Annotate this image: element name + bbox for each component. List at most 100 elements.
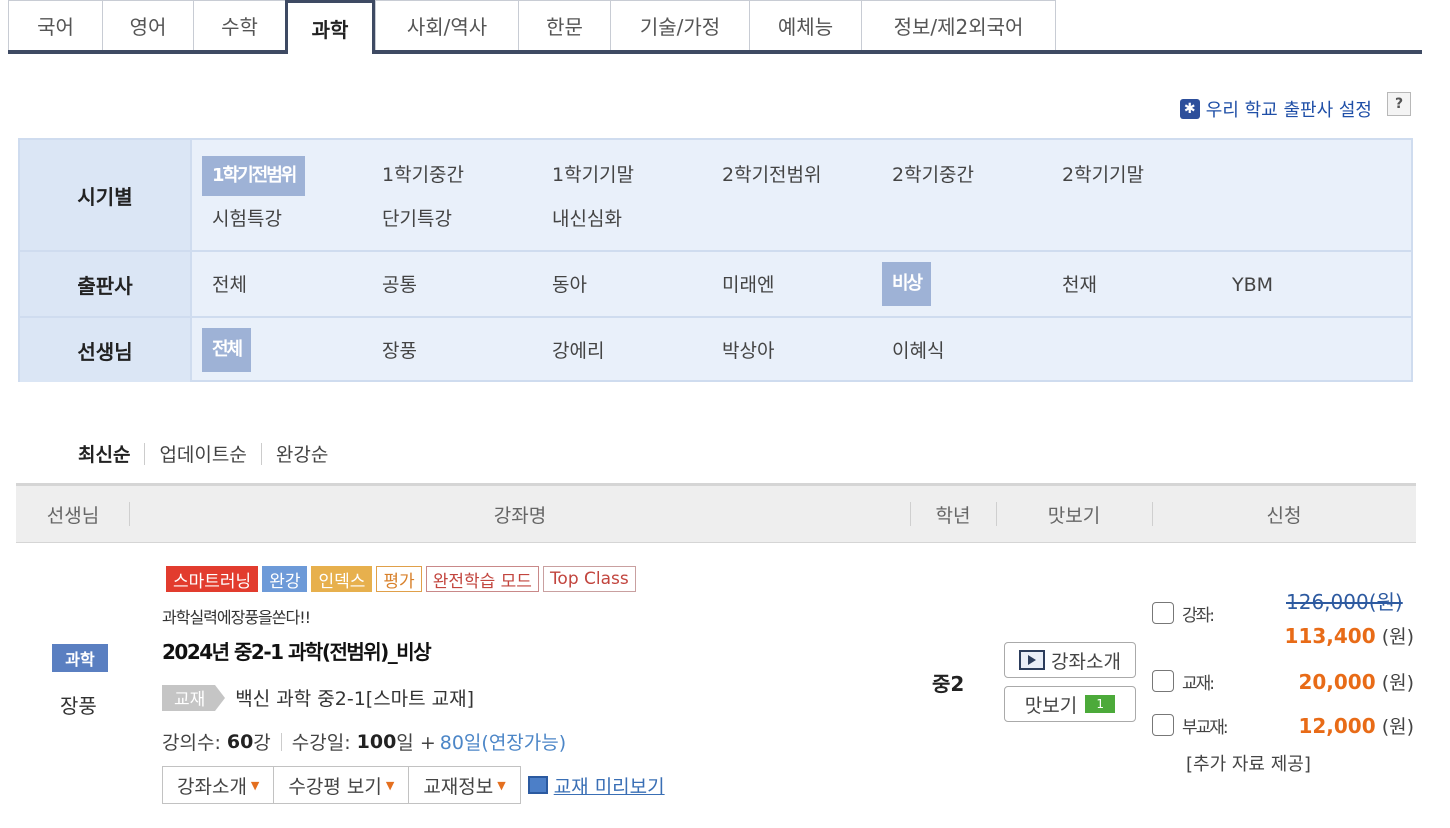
filter-option-advanced[interactable]: 내신심화 — [552, 202, 622, 236]
school-publisher-setting-link[interactable]: ✱ 우리 학교 출판사 설정 — [1179, 96, 1372, 122]
course-intro-label: 강좌소개 — [177, 775, 247, 798]
days-label: 수강일: — [291, 732, 351, 754]
course-row: 과학 장풍 스마트러닝 완강 인덱스 평가 완전학습 모드 Top Class … — [16, 544, 1416, 828]
price-unit: (원) — [1381, 671, 1414, 694]
header-sample: 맛보기 — [1047, 504, 1101, 527]
price-unit: (원) — [1381, 715, 1414, 738]
filter-option-teacher-lee[interactable]: 이혜식 — [892, 334, 944, 368]
textbook-preview-link[interactable]: 교재 미리보기 — [527, 772, 665, 799]
filter-row-period: 시기별 1학기전범위 1학기중간 1학기기말 2학기전범위 2학기중간 2학기기… — [20, 140, 1411, 250]
course-info: 강의수: 60 강 수강일: 100 일 + 80일(연장가능) — [162, 728, 566, 755]
tab-math[interactable]: 수학 — [193, 0, 285, 50]
textbook-price-label: 교재: — [1182, 673, 1215, 694]
filter-label-teacher: 선생님 — [20, 318, 192, 382]
filter-option-publisher-donga[interactable]: 동아 — [552, 268, 587, 302]
textbook-checkbox[interactable] — [1152, 670, 1174, 692]
lecture-price-value: 113,400 — [1284, 623, 1376, 648]
divider — [260, 442, 262, 465]
days-count: 100 — [356, 730, 397, 753]
course-intro-video-button[interactable]: 강좌소개 — [1004, 642, 1136, 678]
filter-option-publisher-common[interactable]: 공통 — [382, 268, 417, 302]
filter-option-exam-special[interactable]: 시험특강 — [212, 202, 282, 236]
course-intro-video-label: 강좌소개 — [1051, 650, 1121, 673]
tab-korean[interactable]: 국어 — [8, 0, 102, 50]
filter-option-sem2-mid[interactable]: 2학기중간 — [892, 158, 974, 192]
caret-down-icon: ▼ — [385, 778, 395, 792]
tag-completed: 완강 — [262, 566, 308, 592]
lecture-unit: 강 — [253, 732, 271, 754]
course-title[interactable]: 2024년 중2-1 과학(전범위)_비상 — [162, 636, 432, 665]
subject-tabs: 국어 영어 수학 과학 사회/역사 한문 기술/가정 예체능 정보/제2외국어 — [8, 0, 1422, 54]
extension-days: 80일(연장가능) — [439, 732, 567, 754]
header-apply: 신청 — [1266, 504, 1302, 527]
sort-options: 최신순 업데이트순 완강순 — [78, 440, 328, 467]
filter-row-publisher: 출판사 전체 공통 동아 미래엔 비상 천재 YBM — [20, 250, 1411, 316]
filter-option-publisher-miraen[interactable]: 미래엔 — [722, 268, 774, 302]
help-button[interactable]: ? — [1387, 92, 1411, 116]
tag-evaluation: 평가 — [376, 566, 422, 592]
header-grade: 학년 — [935, 504, 971, 527]
sub-textbook-checkbox[interactable] — [1152, 714, 1174, 736]
play-icon — [1019, 650, 1046, 670]
filter-label-publisher: 출판사 — [20, 252, 192, 316]
tab-classical-chinese[interactable]: 한문 — [518, 0, 610, 50]
sample-lecture-button[interactable]: 맛보기 1 — [1004, 686, 1136, 722]
subject-badge: 과학 — [52, 644, 108, 672]
course-action-buttons: 강좌소개 ▼ 수강평 보기 ▼ 교재정보 ▼ 교재 미리보기 — [162, 766, 665, 804]
tag-top-class: Top Class — [542, 566, 636, 592]
book-icon — [527, 776, 548, 794]
sub-textbook-price-value: 12,000 — [1298, 713, 1376, 738]
header-teacher: 선생님 — [46, 504, 100, 527]
teacher-name[interactable]: 장풍 — [60, 690, 97, 719]
sub-textbook-price-label: 부교재: — [1182, 717, 1229, 738]
header-course-name: 강좌명 — [493, 504, 547, 527]
price-row-textbook: 교재: 20,000 (원) — [1152, 666, 1414, 696]
textbook-price: 20,000 (원) — [1298, 668, 1414, 695]
lecture-count: 60 — [226, 730, 254, 753]
sort-latest[interactable]: 최신순 — [78, 440, 130, 467]
filter-option-publisher-visang[interactable]: 비상 — [882, 262, 932, 306]
divider — [280, 732, 282, 751]
filter-option-teacher-jangpung[interactable]: 장풍 — [382, 334, 417, 368]
tab-info-second-language[interactable]: 정보/제2외국어 — [861, 0, 1056, 50]
divider — [144, 442, 146, 465]
filter-option-sem2-final[interactable]: 2학기기말 — [1062, 158, 1144, 192]
textbook-info-dropdown[interactable]: 교재정보 ▼ — [408, 766, 521, 804]
course-tags: 스마트러닝 완강 인덱스 평가 완전학습 모드 Top Class — [166, 566, 636, 592]
filter-option-teacher-all[interactable]: 전체 — [202, 328, 252, 372]
filter-option-sem1-final[interactable]: 1학기기말 — [552, 158, 634, 192]
textbook-tag: 교재 — [162, 684, 226, 711]
tab-english[interactable]: 영어 — [102, 0, 193, 50]
filter-label-period: 시기별 — [20, 140, 192, 250]
filter-option-sem1-mid[interactable]: 1학기중간 — [382, 158, 464, 192]
reviews-label: 수강평 보기 — [288, 775, 382, 798]
price-row-lecture-value: 113,400 (원) — [1152, 620, 1414, 650]
filter-option-publisher-chunjae[interactable]: 천재 — [1062, 268, 1097, 302]
grade: 중2 — [932, 672, 965, 696]
tab-arts-pe[interactable]: 예체능 — [749, 0, 861, 50]
filter-option-teacher-kang[interactable]: 강에리 — [552, 334, 604, 368]
caret-down-icon: ▼ — [497, 778, 506, 792]
filter-option-sem1-all[interactable]: 1학기전범위 — [202, 156, 306, 196]
sort-completed[interactable]: 완강순 — [276, 440, 328, 467]
textbook-info-label: 교재정보 — [423, 775, 494, 798]
course-intro-dropdown[interactable]: 강좌소개 ▼ — [162, 766, 275, 804]
tag-index: 인덱스 — [311, 566, 373, 592]
reviews-dropdown[interactable]: 수강평 보기 ▼ — [273, 766, 410, 804]
filter-option-short-special[interactable]: 단기특강 — [382, 202, 452, 236]
sub-textbook-price: 12,000 (원) — [1298, 712, 1414, 739]
filter-option-publisher-all[interactable]: 전체 — [212, 268, 247, 302]
filter-panel: 시기별 1학기전범위 1학기중간 1학기기말 2학기전범위 2학기중간 2학기기… — [18, 138, 1413, 382]
sort-updated[interactable]: 업데이트순 — [159, 440, 246, 467]
tab-science[interactable]: 과학 — [285, 0, 375, 54]
filter-option-sem2-all[interactable]: 2학기전범위 — [722, 158, 822, 192]
school-publisher-setting-label: 우리 학교 출판사 설정 — [1205, 100, 1372, 121]
tag-full-learning-mode: 완전학습 모드 — [425, 566, 539, 592]
filter-option-teacher-park[interactable]: 박상아 — [722, 334, 774, 368]
tab-tech-home[interactable]: 기술/가정 — [610, 0, 749, 50]
filter-option-publisher-ybm[interactable]: YBM — [1232, 268, 1273, 302]
sample-lecture-label: 맛보기 — [1024, 694, 1078, 717]
tag-smart-learning: 스마트러닝 — [166, 566, 259, 592]
textbook-price-value: 20,000 — [1298, 669, 1376, 694]
tab-social-history[interactable]: 사회/역사 — [375, 0, 518, 50]
